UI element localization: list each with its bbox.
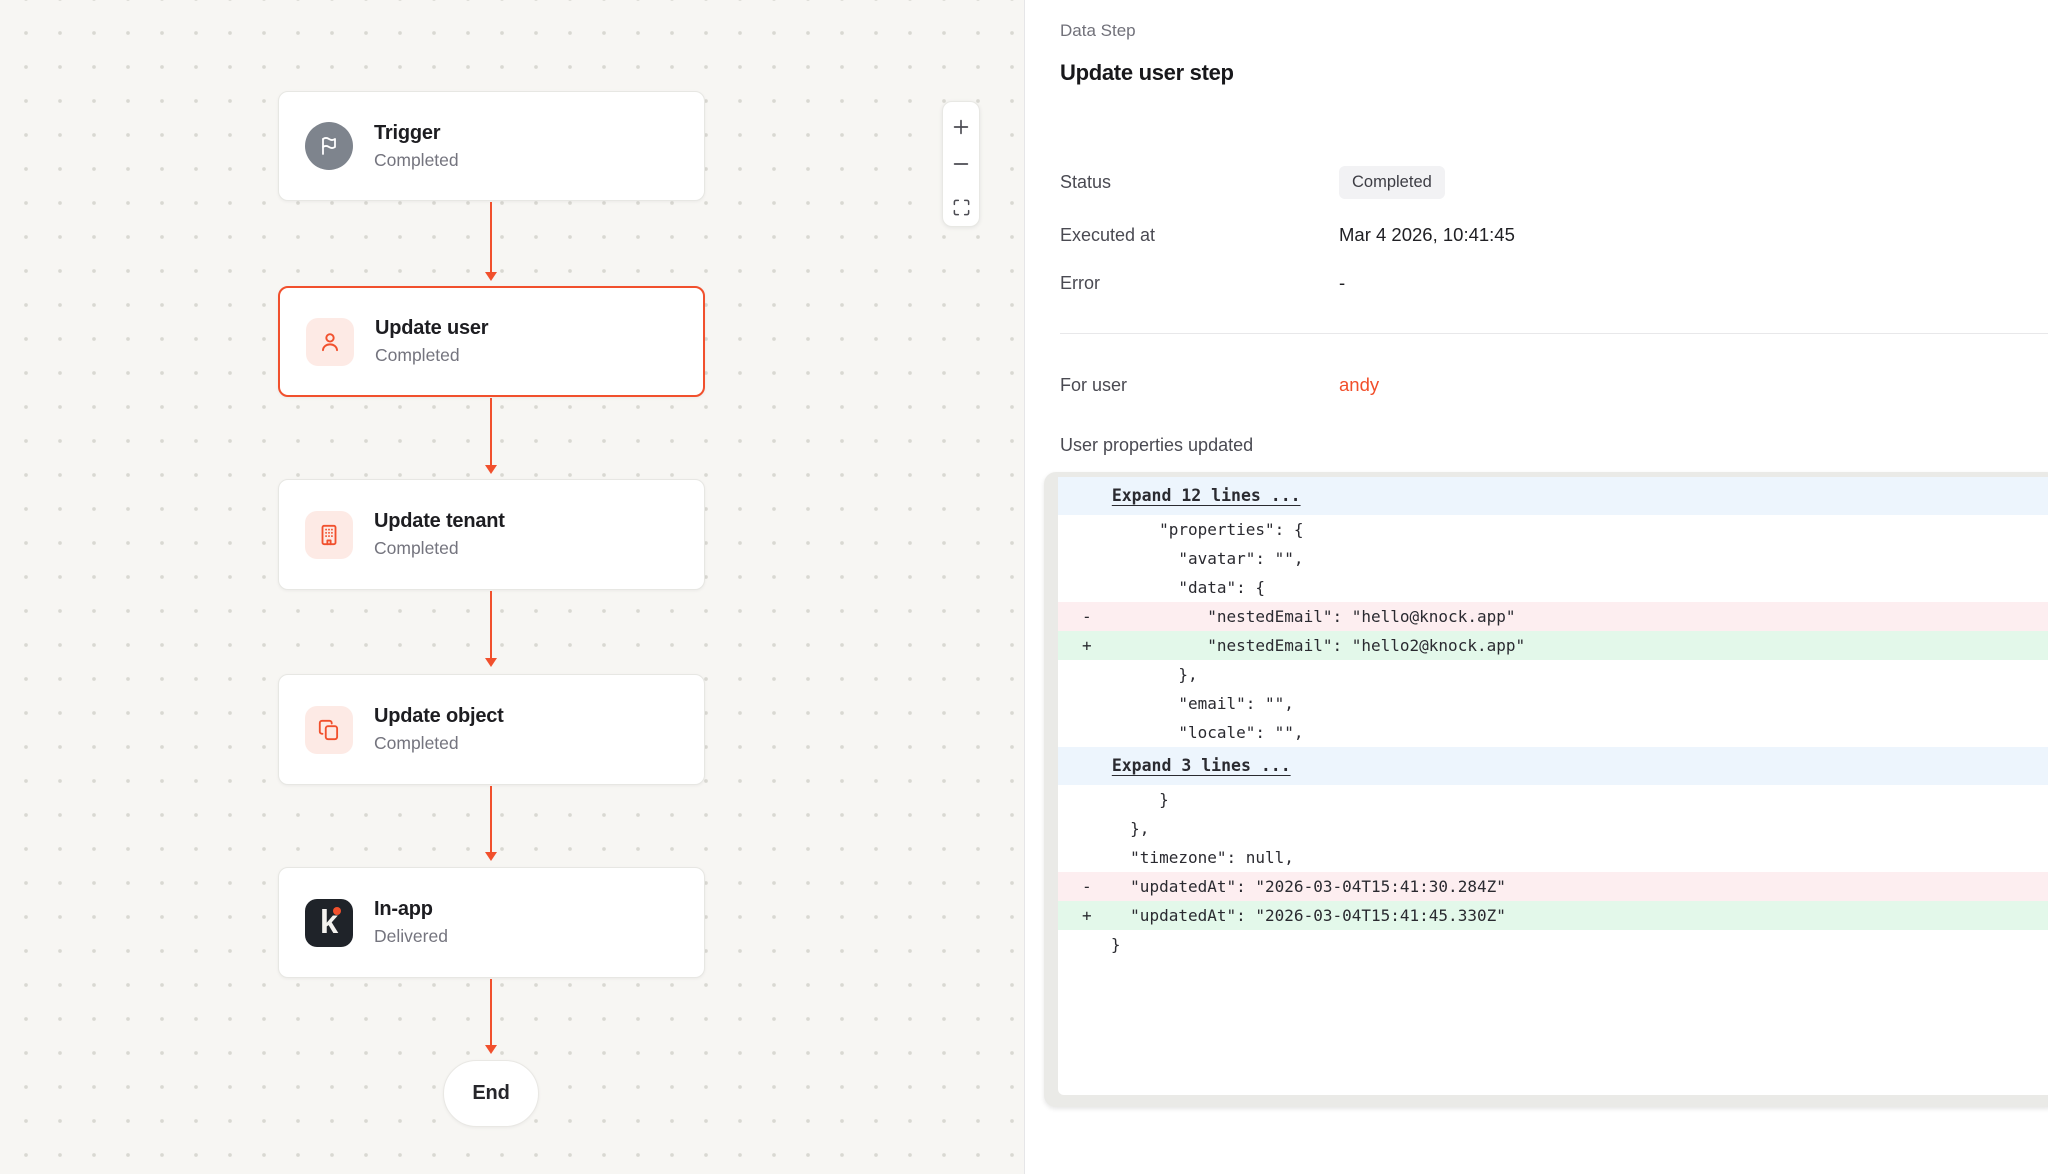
workflow-node-update-tenant[interactable]: Update tenant Completed (278, 479, 705, 590)
expand-lines-label: Expand 3 lines ... (1112, 747, 1291, 785)
step-detail-panel: Data Step Update user step Status Comple… (1024, 0, 2048, 1174)
diff-line: "data": { (1058, 573, 2048, 602)
step-type-label: Data Step (1060, 21, 1136, 41)
workflow-node-update-object[interactable]: Update object Completed (278, 674, 705, 785)
workflow-node-trigger[interactable]: Trigger Completed (278, 91, 705, 201)
diff-section-label: User properties updated (1060, 435, 1253, 456)
end-label: End (472, 1082, 509, 1105)
node-status: Completed (374, 150, 459, 171)
fit-view-icon (952, 198, 971, 217)
diff-line: } (1058, 785, 2048, 814)
zoom-in-button[interactable] (942, 108, 980, 145)
node-title: Trigger (374, 122, 459, 145)
workflow-debugger-page: Trigger Completed Update user Completed (0, 0, 2048, 1174)
executed-at-value: Mar 4 2026, 10:41:45 (1339, 224, 1515, 246)
workflow-node-update-user[interactable]: Update user Completed (278, 286, 705, 397)
diff-line: "properties": { (1058, 515, 2048, 544)
node-text: In-app Delivered (374, 898, 448, 947)
copy-icon (305, 706, 353, 754)
error-label: Error (1060, 273, 1339, 294)
user-properties-diff: Expand 12 lines ... "properties": { "ava… (1044, 472, 2048, 1107)
expand-lines-button[interactable]: Expand 3 lines ... (1058, 747, 2048, 785)
workflow-canvas[interactable]: Trigger Completed Update user Completed (0, 0, 1024, 1174)
node-text: Update object Completed (374, 705, 504, 754)
edge-arrow (490, 398, 492, 465)
diff-line-removed: - "nestedEmail": "hello@knock.app" (1058, 602, 2048, 631)
expand-lines-label: Expand 12 lines ... (1112, 477, 1301, 515)
canvas-zoom-controls (942, 101, 980, 227)
node-title: Update object (374, 705, 504, 728)
diff-line: } (1058, 930, 2048, 959)
status-label: Status (1060, 172, 1339, 193)
knock-logo-dot (333, 907, 341, 915)
diff-line-removed: - "updatedAt": "2026-03-04T15:41:30.284Z… (1058, 872, 2048, 901)
expand-lines-button[interactable]: Expand 12 lines ... (1058, 477, 2048, 515)
diff-line: "email": "", (1058, 689, 2048, 718)
status-row: Status Completed (1060, 162, 2018, 202)
knock-icon: k (305, 899, 353, 947)
error-row: Error - (1060, 268, 2018, 298)
flag-icon (305, 122, 353, 170)
workflow-node-in-app[interactable]: k In-app Delivered (278, 867, 705, 978)
node-text: Update tenant Completed (374, 510, 505, 559)
diff-line: "timezone": null, (1058, 843, 2048, 872)
node-title: Update tenant (374, 510, 505, 533)
for-user-row: For user andy (1060, 370, 2018, 400)
diff-line: "locale": "", (1058, 718, 2048, 747)
zoom-out-button[interactable] (942, 145, 980, 182)
for-user-label: For user (1060, 375, 1339, 396)
section-divider (1060, 333, 2048, 334)
diff-line-added: + "nestedEmail": "hello2@knock.app" (1058, 631, 2048, 660)
edge-arrow (490, 591, 492, 658)
node-status: Completed (374, 733, 504, 754)
diff-section-header: User properties updated (1060, 430, 2018, 460)
edge-arrow (490, 786, 492, 852)
edge-arrow (490, 979, 492, 1045)
edge-arrow (490, 202, 492, 272)
user-icon (306, 318, 354, 366)
error-value: - (1339, 272, 1345, 294)
diff-line: }, (1058, 660, 2048, 689)
workflow-node-end[interactable]: End (443, 1060, 539, 1127)
executed-at-label: Executed at (1060, 225, 1339, 246)
node-text: Update user Completed (375, 317, 488, 366)
node-status: Completed (374, 538, 505, 559)
node-title: Update user (375, 317, 488, 340)
node-text: Trigger Completed (374, 122, 459, 171)
diff-line: }, (1058, 814, 2048, 843)
executed-at-row: Executed at Mar 4 2026, 10:41:45 (1060, 220, 2018, 250)
page-title: Update user step (1060, 60, 1234, 86)
diff-code-block: Expand 12 lines ... "properties": { "ava… (1058, 477, 2048, 1095)
node-title: In-app (374, 898, 448, 921)
building-icon (305, 511, 353, 559)
for-user-link[interactable]: andy (1339, 374, 1379, 396)
fit-view-button[interactable] (942, 189, 980, 226)
node-status: Completed (375, 345, 488, 366)
diff-line-added: + "updatedAt": "2026-03-04T15:41:45.330Z… (1058, 901, 2048, 930)
node-status: Delivered (374, 926, 448, 947)
diff-line: "avatar": "", (1058, 544, 2048, 573)
status-badge: Completed (1339, 166, 1445, 199)
